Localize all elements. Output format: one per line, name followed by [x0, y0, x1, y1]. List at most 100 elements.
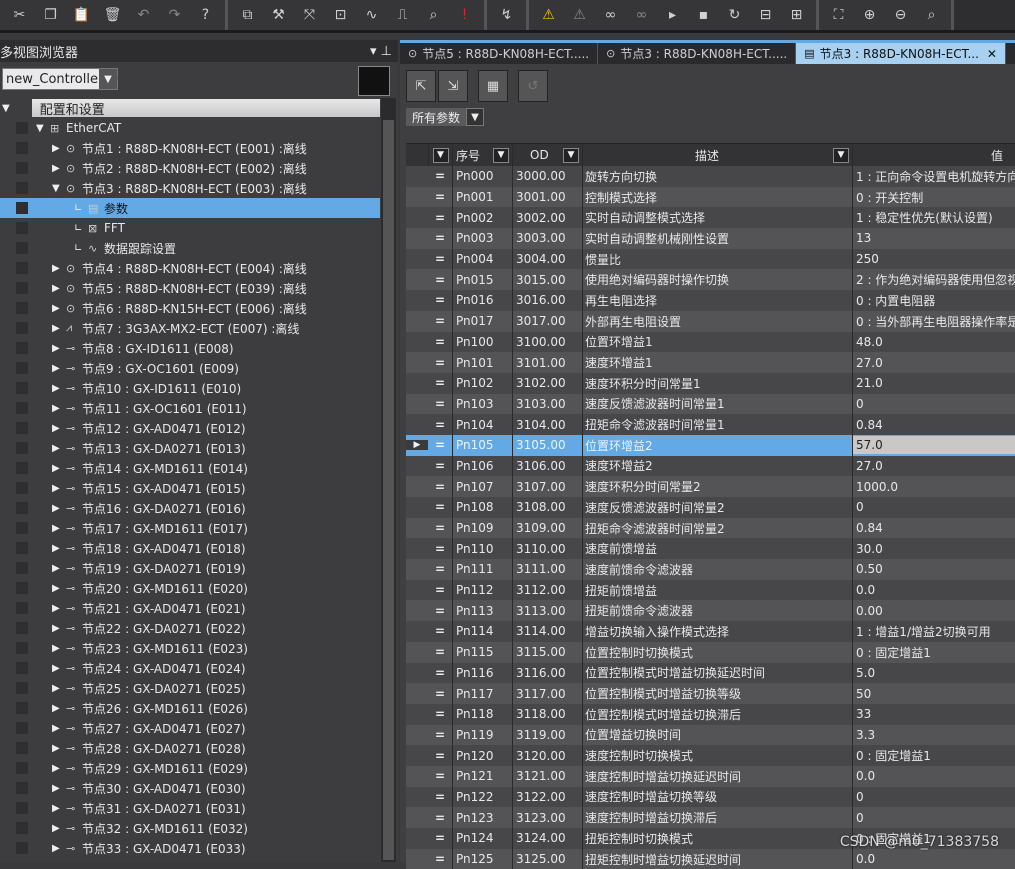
expand-icon[interactable]: ▶ [52, 343, 66, 354]
tree-item[interactable]: ∟ ⊠ FFT [0, 218, 380, 238]
tree-item[interactable]: ▶ ⊸ 节点23 : GX-MD1611 (E023) [0, 638, 380, 658]
tree-item[interactable]: ▶ ⊙ 节点2 : R88D-KN08H-ECT (E002) :离线 [0, 158, 380, 178]
table-row[interactable]: = Pn002 3002.00 实时自动调整模式选择 1 : 稳定性优先(默认设置) [406, 207, 1015, 229]
cell-value[interactable]: 0.0 [853, 580, 1015, 601]
cell-value[interactable]: 0.0 [853, 849, 1015, 869]
table-row[interactable]: = Pn102 3102.00 速度环积分时间常量1 21.0 [406, 372, 1015, 394]
cell-value[interactable]: 0 : 固定增益1 [853, 642, 1015, 663]
cell-value[interactable]: 1 : 正向命令设置电机旋转方向 [853, 166, 1015, 187]
tree-item[interactable]: ▶ ⊸ 节点16 : GX-DA0271 (E016) [0, 498, 380, 518]
tree-item[interactable]: ▶ ⊸ 节点17 : GX-MD1611 (E017) [0, 518, 380, 538]
upload-to-file-button[interactable]: ⇱ [406, 70, 436, 102]
tree-item[interactable]: ▶ ⊸ 节点30 : GX-AD0471 (E030) [0, 778, 380, 798]
tree-item[interactable]: ▶ ⊙ 节点5 : R88D-KN08H-ECT (E039) :离线 [0, 278, 380, 298]
parameter-filter[interactable]: 所有参数 ▼ [406, 108, 1015, 126]
cell-value[interactable]: 0.84 [853, 414, 1015, 435]
controller-dropdown[interactable]: new_Controller_0 ▼ [2, 68, 118, 90]
tree-item[interactable]: ∟ ∿ 数据跟踪设置 [0, 238, 380, 258]
download-from-file-button[interactable]: ⇲ [438, 70, 468, 102]
tab[interactable]: ⊙ 节点5 : R88D-KN08H-ECT..... [400, 43, 599, 64]
tree-item[interactable]: ▶ ⊙ 节点4 : R88D-KN08H-ECT (E004) :离线 [0, 258, 380, 278]
paste-icon[interactable]: 📋 [66, 2, 97, 28]
chevron-down-icon[interactable]: ▼ [99, 69, 117, 89]
tree-scrollbar[interactable] [381, 98, 396, 862]
expand-icon[interactable]: ▶ [52, 263, 66, 274]
tab[interactable]: ⊙ 节点3 : R88D-KN08H-ECT..... [598, 43, 797, 64]
header-no[interactable]: 序号 [456, 147, 480, 164]
transfer-to-drive-button[interactable]: ▦ [478, 70, 508, 102]
expand-icon[interactable]: ▶ [52, 463, 66, 474]
table-row[interactable]: = Pn107 3107.00 速度环积分时间常量2 1000.0 [406, 476, 1015, 497]
tree-item[interactable]: ▶ ⊸ 节点13 : GX-DA0271 (E013) [0, 438, 380, 458]
table-row[interactable]: = Pn017 3017.00 外部再生电阻设置 0 : 当外部再生电阻器操作率是 [406, 310, 1015, 332]
cell-value[interactable]: 3.3 [853, 725, 1015, 746]
delete-icon[interactable]: 🗑 [97, 2, 128, 28]
expand-icon[interactable]: ▶ [52, 803, 66, 814]
table-row[interactable]: = Pn109 3109.00 扭矩命令滤波器时间常量2 0.84 [406, 517, 1015, 539]
expand-icon[interactable]: ▶ [52, 303, 66, 314]
filter-dropdown-icon[interactable]: ▼ [833, 147, 849, 163]
expand-icon[interactable]: ∟ [74, 223, 88, 234]
error-icon[interactable]: ! [449, 2, 480, 28]
expand-icon[interactable]: ▶ [52, 283, 66, 294]
table-row[interactable]: = Pn120 3120.00 速度控制时切换模式 0 : 固定增益1 [406, 745, 1015, 766]
cell-value[interactable]: 1000.0 [853, 476, 1015, 497]
table-row[interactable]: = Pn110 3110.00 速度前馈增益 30.0 [406, 538, 1015, 560]
expand-icon[interactable]: ▶ [52, 483, 66, 494]
tree-item[interactable]: ▼ ⊞ EtherCAT [0, 118, 380, 138]
cell-value[interactable]: 0 [853, 497, 1015, 518]
refresh-icon[interactable]: ↻ [719, 2, 750, 28]
table-row[interactable]: = Pn113 3113.00 扭矩前馈命令滤波器 0.00 [406, 600, 1015, 622]
table-row[interactable]: = Pn121 3121.00 速度控制时增益切换延迟时间 0.0 [406, 765, 1015, 787]
expand-icon[interactable]: ▼ [52, 183, 66, 194]
cell-value[interactable]: 0 : 固定增益1 [853, 745, 1015, 766]
close-icon[interactable]: ✕ [987, 47, 997, 61]
table-row[interactable]: = Pn123 3123.00 速度控制时增益切换滞后 0 [406, 807, 1015, 828]
table-row[interactable]: = Pn103 3103.00 速度反馈滤波器时间常量1 0 [406, 393, 1015, 415]
help-icon[interactable]: ? [190, 2, 221, 28]
tree-item[interactable]: ▶ ⊸ 节点33 : GX-AD0471 (E033) [0, 838, 380, 858]
expand-icon[interactable]: ▶ [52, 143, 66, 154]
expand-icon[interactable]: ▶ [52, 603, 66, 614]
expand-icon[interactable]: ▶ [52, 783, 66, 794]
cell-value[interactable]: 0 [853, 807, 1015, 828]
compare-icon[interactable]: ⊟ [750, 2, 781, 28]
cell-value[interactable]: 13 [853, 228, 1015, 249]
expand-icon[interactable]: ▶ [52, 423, 66, 434]
expand-icon[interactable]: ▶ [52, 403, 66, 414]
filter-dropdown-icon[interactable]: ▼ [563, 147, 579, 163]
table-row[interactable]: = Pn003 3003.00 实时自动调整机械刚性设置 13 [406, 228, 1015, 249]
expand-icon[interactable]: ∟ [74, 243, 88, 254]
tree-item[interactable]: ▶ ⊸ 节点32 : GX-MD1611 (E032) [0, 818, 380, 838]
tree-item[interactable]: ▶ ⊸ 节点11 : GX-OC1601 (E011) [0, 398, 380, 418]
table-row[interactable]: = Pn106 3106.00 速度环增益2 27.0 [406, 455, 1015, 477]
expand-icon[interactable]: ▶ [52, 503, 66, 514]
table-row[interactable]: = Pn117 3117.00 位置控制模式时增益切换等级 50 [406, 683, 1015, 704]
tree-item[interactable]: ▶ ⊸ 节点20 : GX-MD1611 (E020) [0, 578, 380, 598]
table-row[interactable]: = Pn100 3100.00 位置环增益1 48.0 [406, 331, 1015, 353]
table-row[interactable]: ▶ = Pn105 3105.00 位置环增益2 57.0 [406, 434, 1015, 456]
find-icon[interactable]: ⌕ [418, 2, 449, 28]
table-row[interactable]: = Pn015 3015.00 使用绝对编码器时操作切换 2 : 作为绝对编码器使用但忽… [406, 269, 1015, 291]
expand-icon[interactable]: ▶ [52, 843, 66, 854]
zoom-in-icon[interactable]: ⊕ [854, 2, 885, 28]
tree-item[interactable]: ▶ ⊸ 节点18 : GX-AD0471 (E018) [0, 538, 380, 558]
expand-icon[interactable]: ▶ [52, 543, 66, 554]
table-row[interactable]: = Pn114 3114.00 增益切换输入操作模式选择 1 : 增益1/增益2切换可用 [406, 621, 1015, 642]
tree-item[interactable]: ▶ ⊙ 节点6 : R88D-KN15H-ECT (E006) :离线 [0, 298, 380, 318]
cut-icon[interactable]: ✂ [4, 2, 35, 28]
data-trace-icon[interactable]: ∿ [356, 2, 387, 28]
expand-icon[interactable]: ▶ [52, 723, 66, 734]
tree-item[interactable]: ▶ ⊸ 节点15 : GX-AD0471 (E015) [0, 478, 380, 498]
expand-icon[interactable]: ▶ [52, 663, 66, 674]
copy-icon[interactable]: ❐ [35, 2, 66, 28]
transfer-icon[interactable]: ▪ [688, 2, 719, 28]
header-desc[interactable]: 描述 [695, 147, 719, 164]
expand-icon[interactable]: ▶ [52, 363, 66, 374]
cell-value[interactable]: 30.0 [853, 538, 1015, 559]
tree-item[interactable]: ▶ ⊸ 节点22 : GX-DA0271 (E022) [0, 618, 380, 638]
tree-item[interactable]: ▶ ⊸ 节点19 : GX-DA0271 (E019) [0, 558, 380, 578]
expand-icon[interactable]: ▶ [52, 323, 66, 334]
monitor-icon[interactable]: ∞ [595, 2, 626, 28]
cell-value[interactable]: 0.00 [853, 600, 1015, 621]
